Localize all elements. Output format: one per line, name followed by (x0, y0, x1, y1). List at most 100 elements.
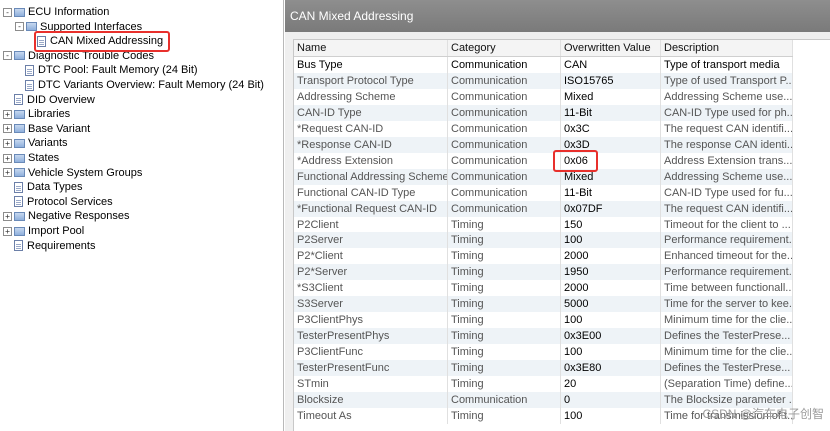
table-row[interactable]: P2*Server Timing 1950 Performance requireme… (294, 264, 793, 281)
folder-icon (14, 211, 25, 221)
tree-item-label: ECU Information (28, 6, 110, 18)
tree-item-states[interactable]: + States (3, 151, 59, 165)
navigation-tree: - ECU Information - Supported Interfaces CAN… (0, 0, 284, 431)
table-row[interactable]: *S3Client Timing 2000 Time between function… (294, 280, 793, 297)
expand-icon[interactable]: + (3, 211, 12, 221)
tree-item-label: DTC Variants Overview: Fault Memory (24 … (38, 79, 264, 91)
table-row[interactable]: P3ClientFunc Timing 100 Minimum time for th… (294, 344, 793, 361)
tree-item-libraries[interactable]: + Libraries (3, 107, 70, 121)
document-icon (14, 181, 23, 193)
expand-icon[interactable]: + (3, 226, 12, 236)
row-description: CAN-ID Type used for fu... (661, 184, 793, 201)
watermark: CSDN @汽车电子创智 (702, 407, 824, 421)
row-description: Defines the TesterPrese... (661, 328, 793, 345)
table-row[interactable]: P2*Client Timing 2000 Enhanced timeout for … (294, 248, 793, 265)
folder-icon (14, 109, 25, 119)
tree-item-import-pool[interactable]: + Import Pool (3, 224, 84, 238)
row-value[interactable]: 0x3C (561, 120, 661, 137)
table-row[interactable]: TesterPresentFunc Timing 0x3E80 Defines the… (294, 360, 793, 377)
tree-item-vehicle-system-groups[interactable]: + Vehicle System Groups (3, 166, 142, 180)
column-header-description[interactable]: Description (661, 40, 793, 56)
tree-item-requirements[interactable]: Requirements (14, 239, 95, 253)
row-value[interactable]: 100 (561, 312, 661, 329)
table-row[interactable]: Functional Addressing Scheme Communicatio… (294, 168, 793, 185)
tree-item-label: Data Types (27, 181, 83, 194)
tree-item-protocol-services[interactable]: Protocol Services (14, 195, 113, 209)
row-category: Timing (448, 360, 561, 377)
row-value[interactable]: 150 (561, 216, 661, 233)
column-header-category[interactable]: Category (448, 40, 561, 56)
column-header-overwritten-value[interactable]: Overwritten Value (561, 40, 661, 56)
row-value[interactable]: 2000 (561, 248, 661, 265)
table-row[interactable]: P3ClientPhys Timing 100 Minimum time for th… (294, 312, 793, 329)
table-row[interactable]: Functional CAN-ID Type Communication 11-Bi… (294, 184, 793, 201)
row-value[interactable]: 5000 (561, 296, 661, 313)
row-category: Timing (448, 216, 561, 233)
row-description: Type of used Transport P... (661, 72, 793, 89)
row-name: *Request CAN-ID (294, 120, 448, 137)
table-row[interactable]: *Functional Request CAN-ID Communication 0… (294, 200, 793, 217)
row-name: P2Server (294, 232, 448, 249)
tree-item-base-variant[interactable]: + Base Variant (3, 122, 90, 136)
row-value[interactable]: 100 (561, 232, 661, 249)
table-row[interactable]: Addressing Scheme Communication Mixed Addre… (294, 88, 793, 105)
tree-item-ecu-information[interactable]: - ECU Information (3, 5, 109, 19)
table-row[interactable]: *Address Extension Communication 0x06 Addre… (294, 152, 793, 169)
tree-item-label: Requirements (27, 239, 96, 252)
column-header-name[interactable]: Name (294, 40, 448, 56)
row-category: Communication (448, 168, 561, 185)
row-value[interactable]: 11-Bit (561, 184, 661, 201)
row-value[interactable]: ISO15765 (561, 72, 661, 89)
expand-icon[interactable]: + (3, 168, 12, 178)
row-name: Functional CAN-ID Type (294, 184, 448, 201)
tree-item-dtc-variants-overview-fault-memory-24-bit[interactable]: DTC Variants Overview: Fault Memory (24 … (25, 78, 264, 92)
table-row[interactable]: Bus Type Communication CAN Type of transpor… (294, 57, 793, 73)
tree-item-data-types[interactable]: Data Types (14, 180, 82, 194)
table-row[interactable]: Transport Protocol Type Communication ISO1… (294, 72, 793, 89)
tree-item-negative-responses[interactable]: + Negative Responses (3, 209, 130, 223)
folder-icon (14, 51, 25, 61)
table-row[interactable]: S3Server Timing 5000 Time for the server to… (294, 296, 793, 313)
collapse-icon[interactable]: - (3, 51, 12, 61)
row-category: Timing (448, 328, 561, 345)
collapse-icon[interactable]: - (15, 22, 24, 32)
table-row[interactable]: *Response CAN-ID Communication 0x3D The res… (294, 136, 793, 153)
table-row[interactable]: CAN-ID Type Communication 11-Bit CAN-ID Typ… (294, 104, 793, 121)
row-value[interactable]: Mixed (561, 88, 661, 105)
row-value[interactable]: 20 (561, 376, 661, 392)
row-value[interactable]: 1950 (561, 264, 661, 281)
row-value[interactable]: 0 (561, 391, 661, 408)
collapse-icon[interactable]: - (3, 7, 12, 17)
expand-icon[interactable]: + (3, 138, 12, 148)
row-description: The request CAN identifi... (661, 200, 793, 217)
tree-item-dtc-pool-fault-memory-24-bit[interactable]: DTC Pool: Fault Memory (24 Bit) (25, 63, 198, 77)
table-row[interactable]: P2Server Timing 100 Performance requirement… (294, 232, 793, 249)
row-category: Communication (448, 104, 561, 121)
row-value[interactable]: 0x07DF (561, 200, 661, 217)
tree-item-did-overview[interactable]: DID Overview (14, 93, 95, 107)
row-value[interactable]: 0x3E00 (561, 328, 661, 345)
row-value[interactable]: 11-Bit (561, 104, 661, 121)
row-name: *Response CAN-ID (294, 136, 448, 153)
table-row[interactable]: P2Client Timing 150 Timeout for the client … (294, 216, 793, 233)
table-row[interactable]: *Request CAN-ID Communication 0x3C The requ… (294, 120, 793, 137)
row-category: Communication (448, 184, 561, 201)
row-description: Time for the server to kee... (661, 296, 793, 313)
row-value[interactable]: CAN (561, 57, 661, 73)
table-row[interactable]: STmin Timing 20 (Separation Time) define... (294, 376, 793, 392)
row-value[interactable]: 100 (561, 407, 661, 424)
row-value[interactable]: 0x3E80 (561, 360, 661, 377)
row-category: Timing (448, 232, 561, 249)
expand-icon[interactable]: + (3, 124, 12, 134)
row-value[interactable]: 100 (561, 344, 661, 361)
expand-icon[interactable]: + (3, 109, 12, 119)
table-row[interactable]: TesterPresentPhys Timing 0x3E00 Defines the… (294, 328, 793, 345)
row-description: Minimum time for the clie... (661, 344, 793, 361)
row-value[interactable]: 2000 (561, 280, 661, 297)
tree-item-variants[interactable]: + Variants (3, 136, 68, 150)
document-icon (25, 79, 34, 91)
expand-icon[interactable]: + (3, 153, 12, 163)
row-category: Timing (448, 344, 561, 361)
value-highlight-box (553, 149, 598, 172)
row-description: The response CAN identi... (661, 136, 793, 153)
